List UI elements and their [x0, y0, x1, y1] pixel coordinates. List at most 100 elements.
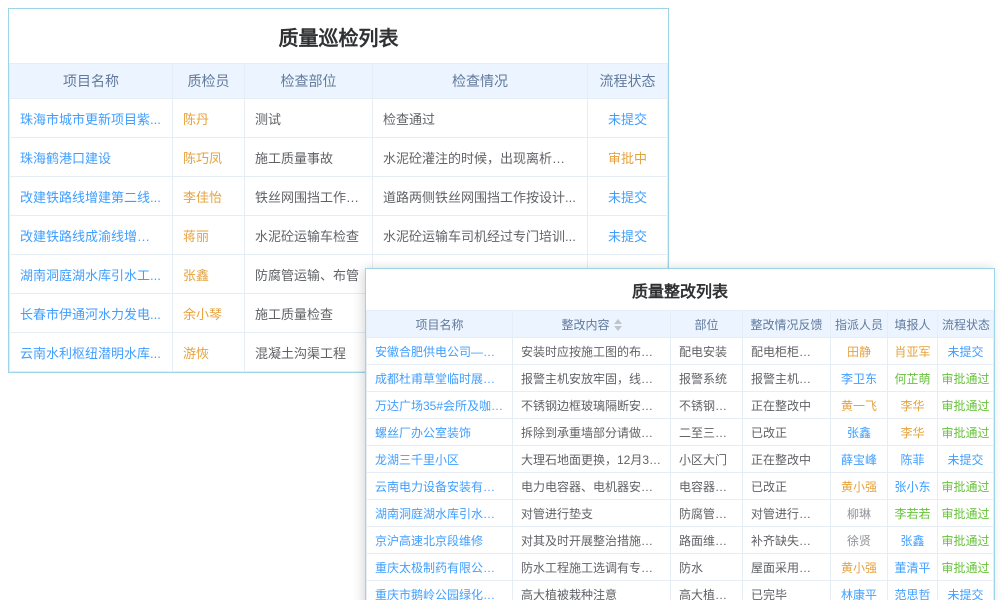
column-header-feedback: 整改情况反馈 — [743, 311, 831, 338]
rectify-header-row: 项目名称整改内容部位整改情况反馈指派人员填报人流程状态 — [367, 311, 994, 338]
cell-project[interactable]: 珠海鹤港口建设 — [10, 138, 173, 177]
cell-assignee: 黄小强 — [831, 473, 888, 500]
table-row[interactable]: 螺丝厂办公室装饰拆除到承重墙部分请做好加固...二至三楼混...已改正张鑫李华审… — [367, 419, 994, 446]
cell-inspector: 李佳怡 — [173, 177, 245, 216]
table-row[interactable]: 安徽合肥供电公司—配电设备...安装时应按施工图的布置，将...配电安装配电柜柜… — [367, 338, 994, 365]
table-row[interactable]: 改建铁路线增建第二线...李佳怡铁丝网围挡工作检查道路两侧铁丝网围挡工作按设计.… — [10, 177, 668, 216]
cell-part: 路面维修检... — [671, 527, 743, 554]
cell-project[interactable]: 万达广场35#会所及咖啡厅空... — [367, 392, 513, 419]
table-row[interactable]: 万达广场35#会所及咖啡厅空...不锈钢边框玻璃隔断安装不牢...不锈钢安装..… — [367, 392, 994, 419]
cell-content: 对管进行垫支 — [513, 500, 671, 527]
cell-situation: 水泥砼运输车司机经过专门培训... — [373, 216, 588, 255]
table-row[interactable]: 湖南洞庭湖水库引水工程施工1标对管进行垫支防腐管运输...对管进行垫支柳琳李若若… — [367, 500, 994, 527]
cell-part: 测试 — [245, 99, 373, 138]
column-header-inspector: 质检员 — [173, 64, 245, 99]
cell-project[interactable]: 京沪高速北京段维修 — [367, 527, 513, 554]
cell-content: 高大植被栽种注意 — [513, 581, 671, 600]
column-header-status: 流程状态 — [938, 311, 994, 338]
cell-project[interactable]: 珠海市城市更新项目紫... — [10, 99, 173, 138]
column-header-label: 项目名称 — [63, 73, 119, 89]
sort-icon[interactable] — [614, 319, 622, 331]
page: 质量巡检列表 项目名称质检员检查部位检查情况流程状态 珠海市城市更新项目紫...… — [0, 0, 1000, 600]
rectify-panel-title: 质量整改列表 — [366, 269, 994, 310]
cell-status: 未提交 — [938, 338, 994, 365]
cell-inspector: 蒋丽 — [173, 216, 245, 255]
cell-part: 不锈钢安装... — [671, 392, 743, 419]
cell-feedback: 对管进行垫支 — [743, 500, 831, 527]
cell-project[interactable]: 龙湖三千里小区 — [367, 446, 513, 473]
cell-content: 安装时应按施工图的布置，将... — [513, 338, 671, 365]
cell-project[interactable]: 成都杜甫草堂临时展厅独立展... — [367, 365, 513, 392]
cell-part: 报警系统 — [671, 365, 743, 392]
cell-part: 施工质量检查 — [245, 294, 373, 333]
cell-project[interactable]: 改建铁路线成渝线增建第... — [10, 216, 173, 255]
table-row[interactable]: 珠海市城市更新项目紫...陈丹测试检查通过未提交 — [10, 99, 668, 138]
column-header-project: 项目名称 — [10, 64, 173, 99]
column-header-label: 检查部位 — [281, 73, 337, 89]
table-row[interactable]: 重庆太极制药有限公司亳州中...防水工程施工选调有专业资质...防水屋面采用聚氨… — [367, 554, 994, 581]
rectify-table-body: 安徽合肥供电公司—配电设备...安装时应按施工图的布置，将...配电安装配电柜柜… — [367, 338, 994, 600]
cell-project[interactable]: 安徽合肥供电公司—配电设备... — [367, 338, 513, 365]
cell-part: 防腐管运输... — [671, 500, 743, 527]
cell-feedback: 补齐缺失标志... — [743, 527, 831, 554]
cell-project[interactable]: 重庆太极制药有限公司亳州中... — [367, 554, 513, 581]
table-row[interactable]: 改建铁路线成渝线增建第...蒋丽水泥砼运输车检查水泥砼运输车司机经过专门培训..… — [10, 216, 668, 255]
cell-assignee: 李卫东 — [831, 365, 888, 392]
cell-situation: 道路两侧铁丝网围挡工作按设计... — [373, 177, 588, 216]
cell-status: 未提交 — [588, 216, 668, 255]
cell-status: 未提交 — [588, 99, 668, 138]
cell-content: 报警主机安放牢固，线缆连接... — [513, 365, 671, 392]
cell-inspector: 游恢 — [173, 333, 245, 372]
cell-project[interactable]: 云南电力设备安装有限公司20... — [367, 473, 513, 500]
cell-status: 审批通过 — [938, 527, 994, 554]
table-row[interactable]: 京沪高速北京段维修对其及时开展整治措施，桥头...路面维修检...补齐缺失标志.… — [367, 527, 994, 554]
column-header-label: 质检员 — [188, 73, 230, 89]
table-row[interactable]: 云南电力设备安装有限公司20...电力电容器、电机器安装方案...电容器安装..… — [367, 473, 994, 500]
cell-inspector: 余小琴 — [173, 294, 245, 333]
cell-reporter: 张小东 — [888, 473, 938, 500]
cell-part: 电容器安装... — [671, 473, 743, 500]
cell-status: 审批通过 — [938, 554, 994, 581]
column-header-label: 整改情况反馈 — [750, 318, 822, 332]
cell-feedback: 已改正 — [743, 473, 831, 500]
cell-project[interactable]: 湖南洞庭湖水库引水工程施工1标 — [367, 500, 513, 527]
cell-status: 未提交 — [588, 177, 668, 216]
table-row[interactable]: 重庆市鹅岭公园绿化景观提升...高大植被栽种注意高大植被栽种已完毕林康平范思哲未… — [367, 581, 994, 600]
inspection-header-row: 项目名称质检员检查部位检查情况流程状态 — [10, 64, 668, 99]
cell-feedback: 屋面采用聚氨... — [743, 554, 831, 581]
cell-status: 审批通过 — [938, 473, 994, 500]
column-header-content[interactable]: 整改内容 — [513, 311, 671, 338]
rectify-panel: 质量整改列表 项目名称整改内容部位整改情况反馈指派人员填报人流程状态 安徽合肥供… — [365, 268, 995, 600]
cell-part: 二至三楼混... — [671, 419, 743, 446]
cell-assignee: 黄一飞 — [831, 392, 888, 419]
cell-part: 施工质量事故 — [245, 138, 373, 177]
cell-project[interactable]: 重庆市鹅岭公园绿化景观提升... — [367, 581, 513, 600]
cell-part: 水泥砼运输车检查 — [245, 216, 373, 255]
cell-reporter: 张鑫 — [888, 527, 938, 554]
cell-project[interactable]: 长春市伊通河水力发电... — [10, 294, 173, 333]
cell-reporter: 何芷萌 — [888, 365, 938, 392]
cell-project[interactable]: 云南水利枢纽潜明水库... — [10, 333, 173, 372]
cell-project[interactable]: 改建铁路线增建第二线... — [10, 177, 173, 216]
cell-status: 审批通过 — [938, 392, 994, 419]
table-row[interactable]: 龙湖三千里小区大理石地面更换，12月31日之...小区大门正在整改中薛宝峰陈菲未… — [367, 446, 994, 473]
table-row[interactable]: 珠海鹤港口建设陈巧凤施工质量事故水泥砼灌注的时候，出现离析现象审批中 — [10, 138, 668, 177]
cell-part: 配电安装 — [671, 338, 743, 365]
cell-project[interactable]: 螺丝厂办公室装饰 — [367, 419, 513, 446]
cell-assignee: 徐贤 — [831, 527, 888, 554]
cell-assignee: 薛宝峰 — [831, 446, 888, 473]
cell-feedback: 正在整改中 — [743, 392, 831, 419]
column-header-status: 流程状态 — [588, 64, 668, 99]
cell-content: 不锈钢边框玻璃隔断安装不牢... — [513, 392, 671, 419]
cell-content: 拆除到承重墙部分请做好加固... — [513, 419, 671, 446]
cell-assignee: 张鑫 — [831, 419, 888, 446]
cell-part: 防腐管运输、布管 — [245, 255, 373, 294]
cell-inspector: 陈丹 — [173, 99, 245, 138]
cell-reporter: 董清平 — [888, 554, 938, 581]
cell-project[interactable]: 湖南洞庭湖水库引水工... — [10, 255, 173, 294]
cell-reporter: 李华 — [888, 392, 938, 419]
column-header-label: 流程状态 — [600, 73, 656, 89]
column-header-project: 项目名称 — [367, 311, 513, 338]
table-row[interactable]: 成都杜甫草堂临时展厅独立展...报警主机安放牢固，线缆连接...报警系统报警主机… — [367, 365, 994, 392]
cell-reporter: 范思哲 — [888, 581, 938, 600]
